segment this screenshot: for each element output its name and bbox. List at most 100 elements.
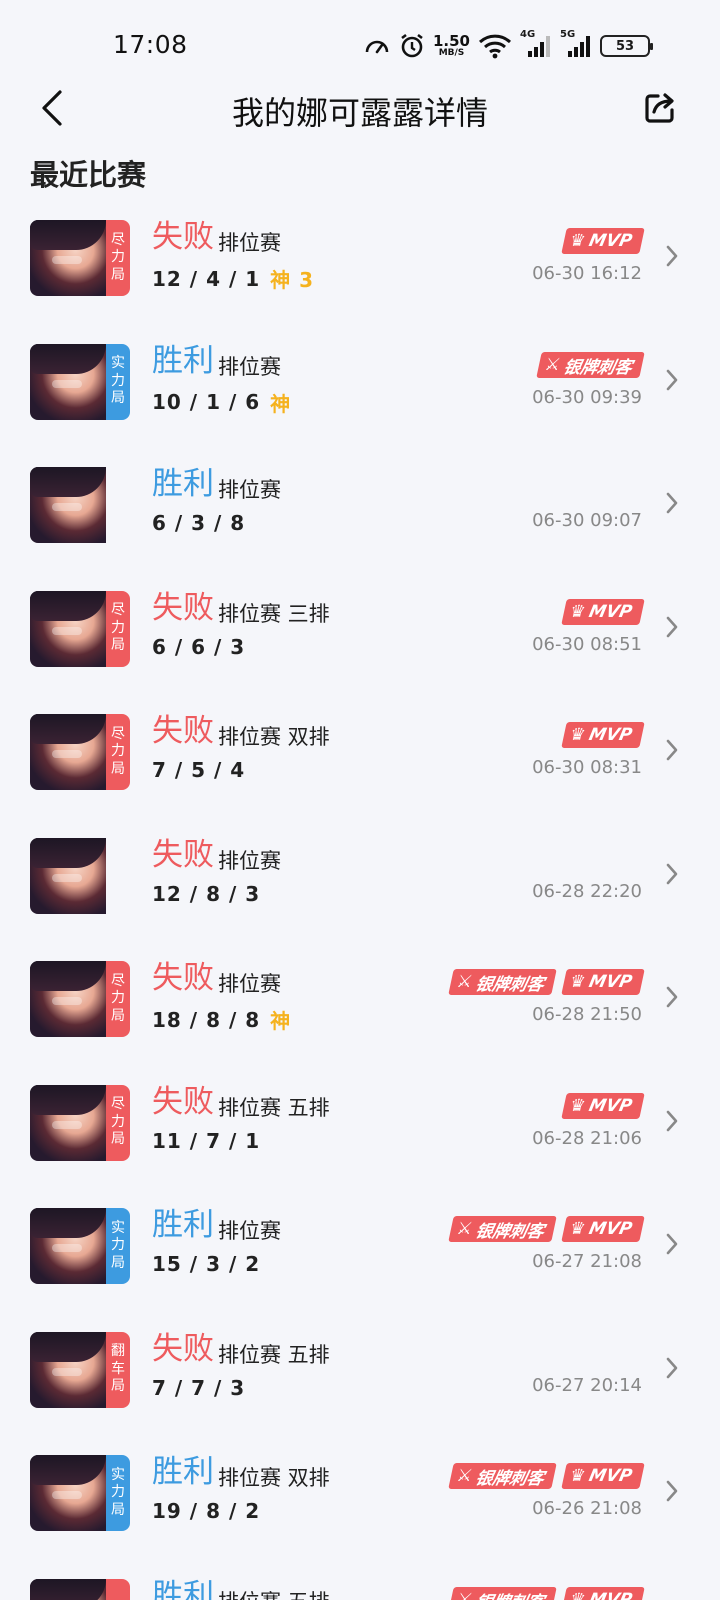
match-row[interactable]: 尽力局失败 排位赛 五排 11 / 7 / 1 ♛ MVP 06-28 21:06 bbox=[0, 1061, 720, 1185]
hero-thumbnail: 实力局 bbox=[30, 1208, 130, 1284]
hero-portrait bbox=[30, 714, 106, 790]
kda-line: 18 / 8 / 8 神 bbox=[152, 1005, 291, 1034]
performance-tag-char: 局 bbox=[111, 1131, 125, 1148]
performance-tag-char: 局 bbox=[111, 1254, 125, 1271]
badge-label: MVP bbox=[587, 1589, 635, 1600]
speedometer-icon bbox=[365, 40, 389, 54]
match-time: 06-27 21:08 bbox=[532, 1251, 642, 1272]
match-row[interactable]: 尽力局失败 排位赛 双排 7 / 5 / 4 ♛ MVP 06-30 08:31 bbox=[0, 690, 720, 814]
match-row[interactable]: 实力局胜利 排位赛 双排 19 / 8 / 2 ⚔ 银牌刺客 ♛ MVP 06-26 21:0… bbox=[0, 1431, 720, 1555]
match-time: 06-30 09:07 bbox=[532, 510, 642, 531]
badge-label: 银牌刺客 bbox=[473, 1221, 546, 1242]
match-mode: 排位赛 bbox=[218, 848, 281, 873]
match-mode: 排位赛 双排 bbox=[218, 1466, 330, 1490]
performance-tag: 尽力局 bbox=[106, 590, 130, 667]
wifi-icon bbox=[478, 34, 512, 59]
kda-line: 15 / 3 / 2 bbox=[152, 1252, 260, 1276]
battery-level: 53 bbox=[615, 38, 635, 54]
signal-5g: 5G bbox=[560, 29, 592, 59]
chevron-right-icon bbox=[666, 369, 678, 390]
match-row[interactable]: 胜利 排位赛 6 / 3 / 8 06-30 09:07 bbox=[0, 443, 720, 567]
performance-tag: 尽力局 bbox=[106, 1084, 130, 1161]
top-navigation: 我的娜可露露详情 bbox=[0, 80, 720, 140]
match-mode: 排位赛 双排 bbox=[218, 725, 330, 749]
badge-label: 银牌刺客 bbox=[561, 357, 634, 377]
match-result: 胜利 bbox=[152, 1577, 214, 1600]
performance-tag-char: 翻 bbox=[111, 1343, 125, 1360]
kda-score: 12 / 8 / 3 bbox=[152, 881, 261, 906]
match-result: 失败 bbox=[152, 960, 214, 996]
hero-portrait bbox=[30, 1208, 106, 1284]
page-title: 我的娜可露露详情 bbox=[231, 94, 488, 132]
chevron-right-icon bbox=[666, 616, 678, 637]
match-result: 失败 bbox=[152, 219, 214, 255]
hero-thumbnail: 翻车局 bbox=[30, 1331, 130, 1408]
performance-tag: 尽力局 bbox=[106, 220, 130, 296]
mvp-badge: ♛ MVP bbox=[561, 1586, 645, 1600]
assassin-badge: ⚔银牌刺客 bbox=[448, 1586, 557, 1600]
performance-tag-char: 力 bbox=[111, 1113, 125, 1130]
kda-line: 12 / 8 / 3 bbox=[152, 882, 260, 906]
chevron-right-icon bbox=[666, 1233, 678, 1255]
match-mode: 排位赛 五排 bbox=[218, 1586, 330, 1600]
kda-line: 11 / 7 / 1 bbox=[152, 1129, 260, 1153]
performance-tag-char: 力 bbox=[111, 372, 125, 389]
achievement-badges: ⚔ 银牌刺客 bbox=[535, 351, 645, 378]
chevron-right-icon bbox=[666, 492, 678, 514]
match-time: 06-28 21:06 bbox=[532, 1127, 642, 1149]
performance-tag-char: 尽 bbox=[111, 602, 125, 619]
match-row[interactable]: 尽力局失败 排位赛 18 / 8 / 8 神 ⚔ 银牌刺客 ♛ MVP 06-28 21:50 bbox=[0, 937, 720, 1061]
match-result: 失败 bbox=[152, 713, 214, 749]
badge-label: MVP bbox=[587, 972, 635, 992]
match-result: 失败 bbox=[152, 1083, 214, 1120]
match-result: 胜利 bbox=[152, 342, 214, 379]
hero-portrait bbox=[30, 220, 106, 296]
kda-score: 19 / 8 / 2 bbox=[152, 1499, 261, 1523]
performance-tag-char: 局 bbox=[111, 1007, 125, 1024]
hero-thumbnail bbox=[30, 837, 130, 914]
trophy-icon: ♛ bbox=[568, 231, 588, 251]
chevron-right-icon bbox=[666, 1480, 678, 1502]
status-bar: 17:08 1.50 MB/S 4G 5G 53 bbox=[0, 0, 720, 90]
status-icons: 1.50 MB/S 4G 5G 53 bbox=[363, 29, 653, 62]
hero-thumbnail: 尽力局 bbox=[30, 1084, 130, 1161]
match-row[interactable]: 失败 排位赛 12 / 8 / 3 06-28 22:20 bbox=[0, 814, 720, 938]
match-mode: 排位赛 bbox=[218, 231, 281, 255]
match-row[interactable]: 实力局胜利 排位赛 10 / 1 / 6 神 ⚔ 银牌刺客 06-30 09:39 bbox=[0, 320, 720, 444]
match-time: 06-27 20:14 bbox=[532, 1374, 642, 1396]
share-button[interactable] bbox=[642, 90, 682, 130]
match-result: 胜利 bbox=[152, 1454, 214, 1490]
hero-portrait bbox=[30, 1578, 106, 1600]
match-mode: 排位赛 bbox=[218, 478, 281, 502]
match-time: 06-30 09:39 bbox=[532, 386, 642, 408]
kda-line: 7 / 5 / 4 bbox=[152, 758, 245, 782]
performance-tag-char: 局 bbox=[111, 637, 125, 654]
mvp-badge: ♛ MVP bbox=[561, 1092, 645, 1119]
dagger-icon: ⚔ bbox=[542, 354, 563, 375]
match-time: 06-30 08:31 bbox=[532, 757, 642, 778]
dagger-icon: ⚔ bbox=[454, 972, 475, 992]
hero-thumbnail: 尽力局 bbox=[30, 714, 130, 790]
match-mode: 排位赛 bbox=[218, 1219, 281, 1243]
badge-label: MVP bbox=[587, 1466, 635, 1486]
trophy-icon: ♛ bbox=[568, 601, 588, 622]
badge-label: MVP bbox=[587, 231, 635, 251]
match-time: 06-30 08:51 bbox=[532, 633, 642, 655]
hero-thumbnail: 尽力局 bbox=[30, 220, 130, 296]
performance-tag: 实力局 bbox=[106, 1455, 130, 1531]
trophy-icon: ♛ bbox=[568, 1219, 588, 1239]
performance-tag-char: 实 bbox=[111, 355, 125, 372]
match-row[interactable]: 尽力局失败 排位赛 三排 6 / 6 / 3 ♛ MVP 06-30 08:51 bbox=[0, 567, 720, 691]
performance-tag-char: 局 bbox=[111, 390, 125, 407]
kda-score: 10 / 1 / 6 bbox=[152, 390, 261, 414]
kda-line: 6 / 6 / 3 bbox=[152, 635, 245, 659]
performance-tag-char: 尽 bbox=[111, 725, 125, 742]
match-row[interactable]: 翻车局失败 排位赛 五排 7 / 7 / 3 06-27 20:14 bbox=[0, 1308, 720, 1432]
performance-tag-char: 尽 bbox=[111, 972, 125, 989]
dagger-icon: ⚔ bbox=[454, 1589, 475, 1600]
performance-tag-char: 力 bbox=[111, 1484, 125, 1501]
match-row[interactable]: 实力局胜利 排位赛 15 / 3 / 2 ⚔ 银牌刺客 ♛ MVP 06-27 21:08 bbox=[0, 1184, 720, 1308]
match-row[interactable]: 尽力局失败 排位赛 12 / 4 / 1神 3 ♛ MVP 06-30 16:12 bbox=[0, 196, 720, 320]
match-row[interactable]: 带胜利排位赛 五排 ⚔银牌刺客 ♛MVP bbox=[0, 1555, 720, 1600]
battery-indicator: 53 bbox=[600, 35, 653, 57]
